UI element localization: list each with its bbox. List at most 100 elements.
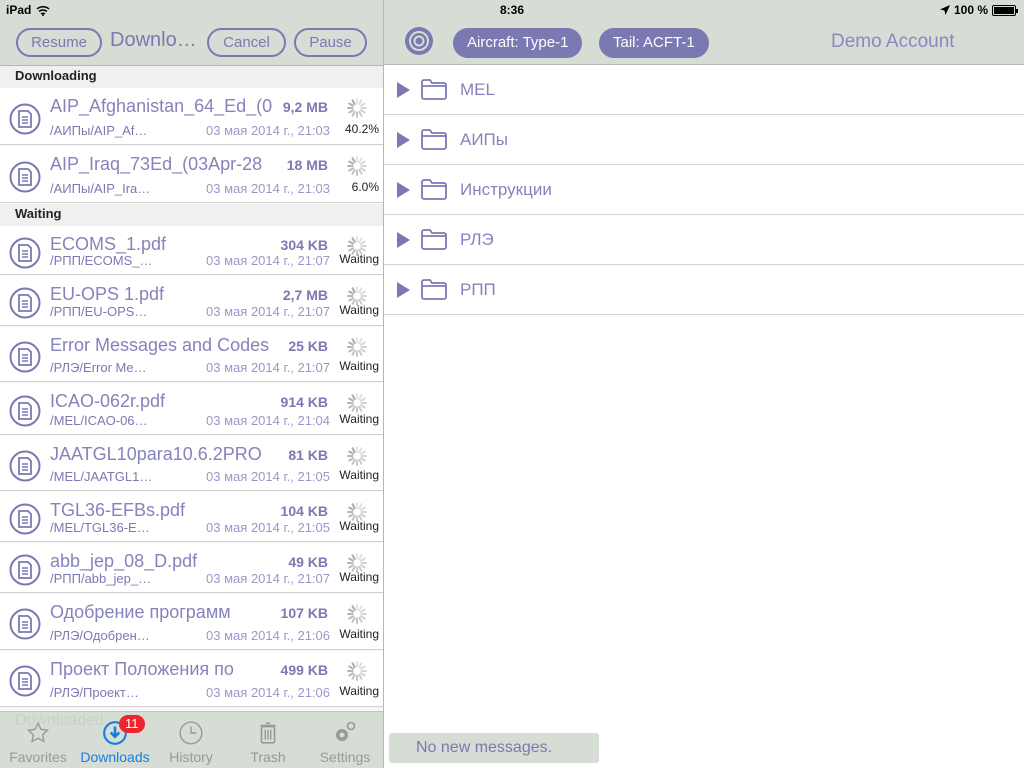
file-size: 81 KB: [288, 447, 328, 463]
folder-icon: [421, 79, 447, 100]
file-date: 03 мая 2014 г., 21:07: [206, 360, 330, 375]
file-date: 03 мая 2014 г., 21:05: [206, 469, 330, 484]
folder-icon: [421, 279, 447, 300]
folder-row[interactable]: АИПы: [384, 115, 1024, 165]
folder-row[interactable]: РПП: [384, 265, 1024, 315]
download-row[interactable]: EU-OPS 1.pdf 2,7 MB/РПП/EU-OPS… 03 мая 201…: [0, 276, 383, 326]
tab-settings[interactable]: Settings: [307, 718, 383, 768]
folder-icon: [421, 179, 447, 200]
star-icon: [26, 721, 50, 743]
file-size: 107 KB: [280, 605, 328, 621]
tail-selector[interactable]: Tail: ACFT-1: [599, 28, 709, 58]
tab-label: Trash: [250, 749, 286, 765]
file-size: 914 KB: [280, 394, 328, 410]
file-size: 49 KB: [288, 554, 328, 570]
download-row[interactable]: ECOMS_1.pdf 304 KB/РПП/ECOMS_… 03 мая 2014…: [0, 226, 383, 275]
file-name: ECOMS_1.pdf: [50, 234, 167, 254]
library-pane: Aircraft: Type-1 Tail: ACFT-1 Demo Accou…: [384, 0, 1024, 768]
split-divider[interactable]: [383, 0, 384, 768]
tab-bar: Downloaded Favorites 11 Downloads Histor…: [0, 711, 383, 768]
file-path: /РПП/ECOMS_…: [50, 253, 153, 268]
document-icon: [9, 554, 41, 586]
clock-icon: [179, 721, 203, 745]
tab-history[interactable]: History: [153, 718, 229, 768]
download-row[interactable]: Проект Положения по 499 KB/РЛЭ/Проект… 03 …: [0, 651, 383, 707]
download-row[interactable]: Error Messages and Codes 25 KB/РЛЭ/Error …: [0, 327, 383, 382]
file-name: AIP_Afghanistan_64_Ed_(0: [50, 96, 273, 116]
battery-percent: 100 %: [953, 3, 988, 17]
tab-trash[interactable]: Trash: [230, 718, 306, 768]
file-path: /MEL/ICAO-06…: [50, 413, 148, 428]
tab-downloads[interactable]: 11 Downloads: [77, 715, 153, 768]
folder-icon: [421, 129, 447, 150]
expand-arrow-icon[interactable]: [397, 232, 410, 248]
file-date: 03 мая 2014 г., 21:07: [206, 304, 330, 319]
file-path: /MEL/JAATGL1…: [50, 469, 153, 484]
cancel-button[interactable]: Cancel: [207, 28, 286, 57]
expand-arrow-icon[interactable]: [397, 282, 410, 298]
file-path: /РЛЭ/Проект…: [50, 685, 139, 700]
downloads-pane: Resume Downlo… Cancel Pause Downloading …: [0, 0, 383, 768]
aircraft-selector[interactable]: Aircraft: Type-1: [453, 28, 583, 58]
file-size: 9,2 MB: [282, 99, 328, 115]
file-name: Проект Положения по: [50, 659, 234, 679]
file-path: /АИПы/AIP_Ira…: [50, 181, 151, 196]
file-date: 03 мая 2014 г., 21:03: [206, 123, 330, 138]
target-icon[interactable]: [404, 26, 434, 56]
folder-row[interactable]: Инструкции: [384, 165, 1024, 215]
folder-name: РЛЭ: [460, 230, 494, 249]
file-size: 18 MB: [286, 157, 328, 173]
download-row[interactable]: Одобрение программ 107 KB/РЛЭ/Одобрен… 03 …: [0, 594, 383, 650]
download-row[interactable]: ICAO-062r.pdf 914 KB/MEL/ICAO-06… 03 мая 2…: [0, 383, 383, 435]
file-date: 03 мая 2014 г., 21:06: [206, 628, 330, 643]
download-status: 6.0%: [351, 180, 379, 194]
tab-label: Downloads: [80, 749, 150, 765]
document-icon: [9, 341, 41, 373]
document-icon: [9, 450, 41, 482]
file-date: 03 мая 2014 г., 21:07: [206, 571, 330, 586]
account-name[interactable]: Demo Account: [831, 31, 955, 53]
location-icon: [939, 5, 950, 15]
spinner-icon: [345, 444, 369, 468]
clock: 8:36: [499, 3, 525, 17]
file-path: /РЛЭ/Error Me…: [50, 360, 147, 375]
folder-row[interactable]: MEL: [384, 65, 1024, 115]
gear-icon: [336, 721, 356, 741]
folder-icon: [421, 229, 447, 250]
document-icon: [9, 665, 41, 697]
tab-favorites[interactable]: Favorites: [0, 718, 76, 768]
resume-button[interactable]: Resume: [16, 28, 102, 57]
section-header-waiting: Waiting: [0, 204, 383, 226]
download-row[interactable]: JAATGL10para10.6.2PRO 81 KB/MEL/JAATGL1… 0…: [0, 436, 383, 491]
download-row[interactable]: abb_jep_08_D.pdf 49 KB/РПП/abb_jep_… 03 ма…: [0, 543, 383, 593]
file-name: JAATGL10para10.6.2PRO: [50, 444, 262, 464]
expand-arrow-icon[interactable]: [397, 82, 410, 98]
download-status: Waiting: [339, 303, 379, 317]
tab-label: Favorites: [9, 749, 67, 765]
folder-name: MEL: [460, 80, 495, 99]
file-size: 25 KB: [288, 338, 328, 354]
folder-name: Инструкции: [460, 180, 552, 199]
pause-button[interactable]: Pause: [294, 28, 367, 57]
download-status: Waiting: [339, 684, 379, 698]
expand-arrow-icon[interactable]: [397, 182, 410, 198]
download-row[interactable]: AIP_Afghanistan_64_Ed_(0 9,2 MB/АИПы/AIP_…: [0, 88, 383, 145]
messages-bar[interactable]: No new messages.: [389, 733, 599, 763]
expand-arrow-icon[interactable]: [397, 132, 410, 148]
download-status: Waiting: [339, 412, 379, 426]
file-path: /РЛЭ/Одобрен…: [50, 628, 150, 643]
download-row[interactable]: AIP_Iraq_73Ed_(03Apr-28 18 MB/АИПы/AIP_Ir…: [0, 146, 383, 203]
folder-name: РПП: [460, 280, 496, 299]
file-path: /MEL/TGL36-E…: [50, 520, 150, 535]
file-date: 03 мая 2014 г., 21:06: [206, 685, 330, 700]
file-name: ICAO-062r.pdf: [50, 391, 166, 411]
file-name: Error Messages and Codes: [50, 335, 270, 355]
document-icon: [9, 103, 41, 135]
file-date: 03 мая 2014 г., 21:05: [206, 520, 330, 535]
download-row[interactable]: TGL36-EFBs.pdf 104 KB/MEL/TGL36-E… 03 мая …: [0, 492, 383, 542]
download-status: 40.2%: [344, 122, 379, 136]
document-icon: [9, 395, 41, 427]
folder-row[interactable]: РЛЭ: [384, 215, 1024, 265]
tab-label: History: [169, 749, 213, 765]
file-size: 2,7 MB: [282, 287, 328, 303]
